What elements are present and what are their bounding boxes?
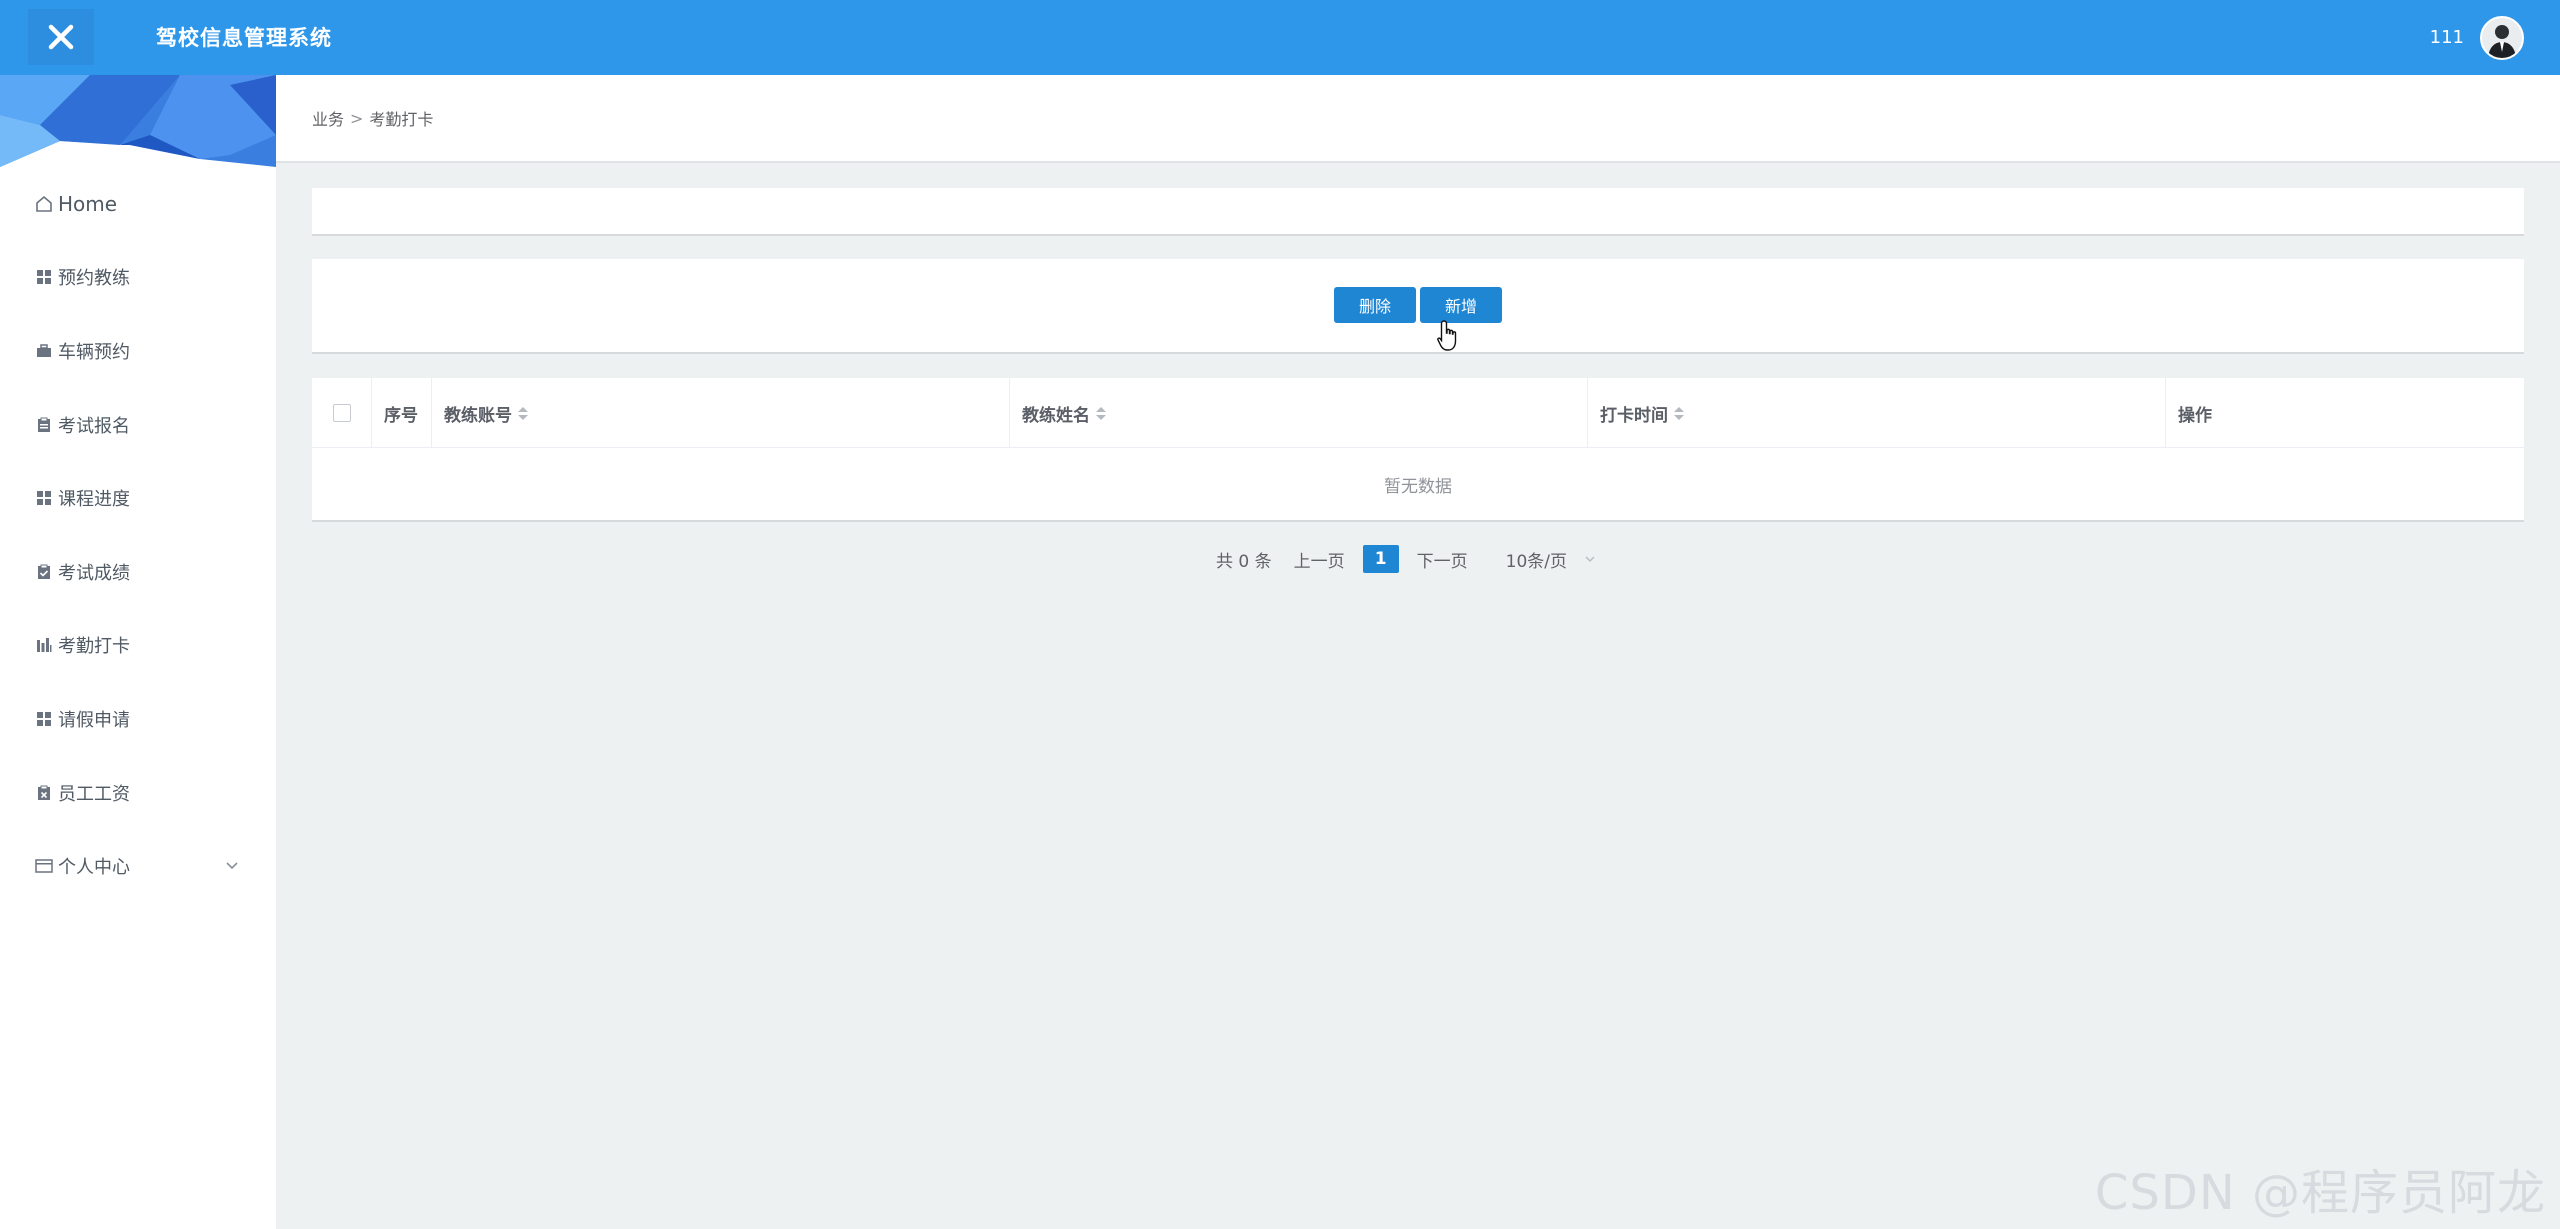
sidebar-item-label: 考试报名 [58, 415, 130, 437]
clipboard-x-icon [34, 783, 54, 803]
hand-pointer-icon [1437, 320, 1457, 351]
sidebar-item-label: 预约教练 [58, 268, 130, 290]
sidebar: Home 预约教练 车辆预约 考试报名 课程进度 考试成绩 考勤打卡 请假申请 … [0, 75, 276, 1229]
action-panel: 删除 新增 [312, 259, 2524, 354]
column-header-index: 序号 [372, 378, 432, 448]
sidebar-menu: Home 预约教练 车辆预约 考试报名 课程进度 考试成绩 考勤打卡 请假申请 … [0, 167, 276, 903]
pagination-total: 共 0 条 [1216, 551, 1272, 572]
sidebar-item-course-progress[interactable]: 课程进度 [0, 461, 276, 535]
user-name[interactable]: 111 [2430, 27, 2464, 48]
sidebar-item-label: 请假申请 [58, 709, 130, 731]
search-panel [312, 188, 2524, 236]
chevron-down-icon [1585, 556, 1595, 562]
grid-icon [34, 709, 54, 729]
grid-icon [34, 488, 54, 508]
sidebar-item-label: 课程进度 [58, 489, 130, 511]
sidebar-item-label: Home [58, 191, 118, 216]
app-title: 驾校信息管理系统 [156, 26, 332, 50]
select-all-cell [312, 378, 372, 448]
watermark: CSDN @程序员阿龙 [2094, 1165, 2546, 1221]
breadcrumb-parent[interactable]: 业务 [312, 106, 344, 130]
column-header-coach-name[interactable]: 教练姓名 [1010, 378, 1588, 448]
briefcase-icon [34, 341, 54, 361]
sidebar-banner [0, 75, 276, 167]
sidebar-item-exam-registration[interactable]: 考试报名 [0, 388, 276, 462]
sort-icon[interactable] [518, 406, 528, 420]
sidebar-item-label: 车辆预约 [58, 341, 130, 363]
breadcrumb: 业务 > 考勤打卡 [276, 75, 2560, 163]
sidebar-item-label: 员工工资 [58, 783, 130, 805]
clipboard-icon [34, 415, 54, 435]
table-header: 序号 教练账号 教练姓名 打卡时间 操作 [312, 378, 2524, 448]
column-header-checkin-time[interactable]: 打卡时间 [1588, 378, 2166, 448]
bar-chart-icon [34, 635, 54, 655]
next-page-button[interactable]: 下一页 [1417, 547, 1468, 572]
pagination: 共 0 条 上一页 1 下一页 10条/页 [1216, 544, 1595, 574]
sidebar-item-label: 考勤打卡 [58, 636, 130, 658]
breadcrumb-current: 考勤打卡 [369, 110, 434, 129]
sort-icon[interactable] [1674, 406, 1684, 420]
sidebar-item-personal-center[interactable]: 个人中心 [0, 829, 276, 903]
breadcrumb-separator: > [350, 108, 364, 128]
close-icon [48, 24, 74, 50]
card-icon [34, 856, 54, 876]
prev-page-button[interactable]: 上一页 [1294, 547, 1345, 572]
select-all-checkbox[interactable] [332, 404, 351, 422]
close-button[interactable] [28, 9, 94, 65]
sidebar-item-coach-booking[interactable]: 预约教练 [0, 241, 276, 315]
column-header-actions: 操作 [2178, 405, 2212, 426]
chevron-down-icon [226, 862, 238, 870]
grid-icon [34, 267, 54, 287]
sidebar-item-label: 考试成绩 [58, 562, 130, 584]
table-empty-text: 暂无数据 [1384, 477, 1452, 497]
top-header: 驾校信息管理系统 111 [0, 0, 2560, 75]
avatar-icon [2482, 18, 2522, 58]
sidebar-item-vehicle-booking[interactable]: 车辆预约 [0, 314, 276, 388]
home-icon [34, 194, 54, 214]
sidebar-item-exam-scores[interactable]: 考试成绩 [0, 535, 276, 609]
page-size-select[interactable]: 10条/页 [1506, 547, 1595, 572]
page-number-button[interactable]: 1 [1362, 545, 1399, 573]
sidebar-item-leave-request[interactable]: 请假申请 [0, 682, 276, 756]
column-header-coach-account[interactable]: 教练账号 [432, 378, 1010, 448]
page-size-value: 10条/页 [1505, 551, 1567, 572]
add-button[interactable]: 新增 [1420, 287, 1502, 323]
user-avatar[interactable] [2480, 16, 2524, 60]
sidebar-item-label: 个人中心 [58, 857, 130, 879]
sort-icon[interactable] [1096, 406, 1106, 420]
sidebar-item-salary[interactable]: 员工工资 [0, 756, 276, 830]
sidebar-item-home[interactable]: Home [0, 167, 276, 241]
delete-button[interactable]: 删除 [1334, 287, 1416, 323]
sidebar-item-attendance[interactable]: 考勤打卡 [0, 609, 276, 683]
data-table: 序号 教练账号 教练姓名 打卡时间 操作 暂无数据 [312, 378, 2524, 522]
clipboard-check-icon [34, 562, 54, 582]
